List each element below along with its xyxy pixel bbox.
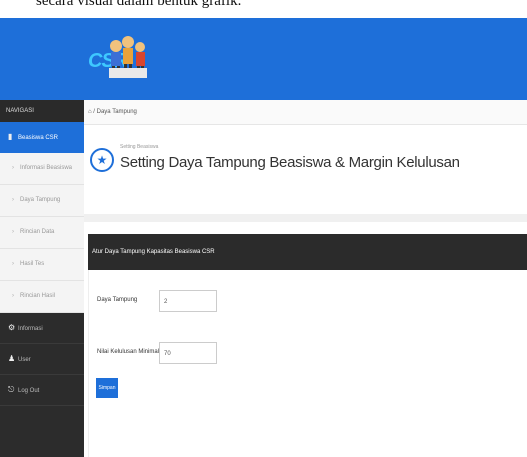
chevron-right-icon: › — [12, 261, 14, 267]
caption-text: secara visual dalam bentuk grafik. — [36, 0, 242, 9]
figure-caption: secara visual dalam bentuk grafik. — [0, 0, 527, 18]
page-title: Setting Daya Tampung Beasiswa & Margin K… — [120, 154, 460, 171]
sidebar-item-label: Daya Tampung — [20, 197, 61, 203]
sidebar-item-label: Rincian Data — [20, 229, 55, 235]
section-divider — [84, 214, 527, 222]
sidebar-header: NAVIGASI — [0, 100, 84, 122]
chevron-right-icon: › — [12, 197, 14, 203]
logout-icon: ⎋ — [8, 385, 15, 394]
panel-title: Atur Daya Tampung Kapasitas Beasiswa CSR — [88, 234, 527, 270]
nilai-kelulusan-label: Nilai Kelulusan Minimal — [97, 349, 160, 355]
chevron-right-icon: › — [12, 229, 14, 235]
user-icon: ▮ — [8, 132, 13, 141]
sidebar-item-log-out[interactable]: ⎋ Log Out — [0, 375, 84, 406]
sidebar-item-label: Log Out — [18, 388, 40, 394]
sidebar-item-label: Beasiswa CSR — [18, 135, 59, 141]
sidebar-item-label: Hasil Tes — [20, 261, 45, 267]
page-subtitle: Setting Beasiswa — [120, 144, 159, 150]
chevron-right-icon: › — [12, 165, 14, 171]
daya-tampung-label: Daya Tampung — [97, 297, 138, 303]
sidebar-item-daya-tampung[interactable]: › Daya Tampung — [0, 185, 84, 217]
chevron-right-icon: › — [12, 293, 14, 299]
sidebar-item-label: Rincian Hasil — [20, 293, 56, 299]
person-icon: ♟ — [8, 354, 16, 363]
daya-tampung-input[interactable]: 2 — [159, 290, 217, 312]
sidebar-item-hasil-tes[interactable]: › Hasil Tes — [0, 249, 84, 281]
sidebar-item-label: User — [18, 357, 31, 363]
sidebar-item-label: Informasi Beasiswa — [20, 165, 73, 171]
sidebar-item-rincian-hasil[interactable]: › Rincian Hasil — [0, 281, 84, 313]
gear-icon: ⚙ — [8, 323, 16, 332]
star-icon: ★ — [90, 148, 114, 172]
sidebar: NAVIGASI ▮ Beasiswa CSR › Informasi Beasis… — [0, 100, 84, 457]
nilai-kelulusan-input[interactable]: 70 — [159, 342, 217, 364]
sidebar-item-informasi-beasiswa[interactable]: › Informasi Beasiswa — [0, 153, 84, 185]
sidebar-item-rincian-data[interactable]: › Rincian Data — [0, 217, 84, 249]
sidebar-item-user[interactable]: ♟ User — [0, 344, 84, 375]
settings-form: Daya Tampung 2 Nilai Kelulusan Minimal 7… — [88, 270, 527, 457]
sidebar-item-label: Informasi — [18, 326, 43, 332]
sidebar-item-informasi[interactable]: ⚙ Informasi — [0, 313, 84, 344]
home-icon[interactable]: ⌂ — [88, 109, 92, 115]
main-content: ⌂ / Daya Tampung ★ Setting Beasiswa Sett… — [84, 100, 527, 457]
sidebar-item-beasiswa-csr[interactable]: ▮ Beasiswa CSR — [0, 122, 84, 153]
simpan-button[interactable]: Simpan — [96, 378, 118, 398]
children-mascot-icon — [109, 36, 147, 78]
breadcrumb-current[interactable]: Daya Tampung — [97, 109, 137, 115]
top-header: CSR — [0, 18, 527, 100]
breadcrumb: ⌂ / Daya Tampung — [84, 100, 527, 125]
